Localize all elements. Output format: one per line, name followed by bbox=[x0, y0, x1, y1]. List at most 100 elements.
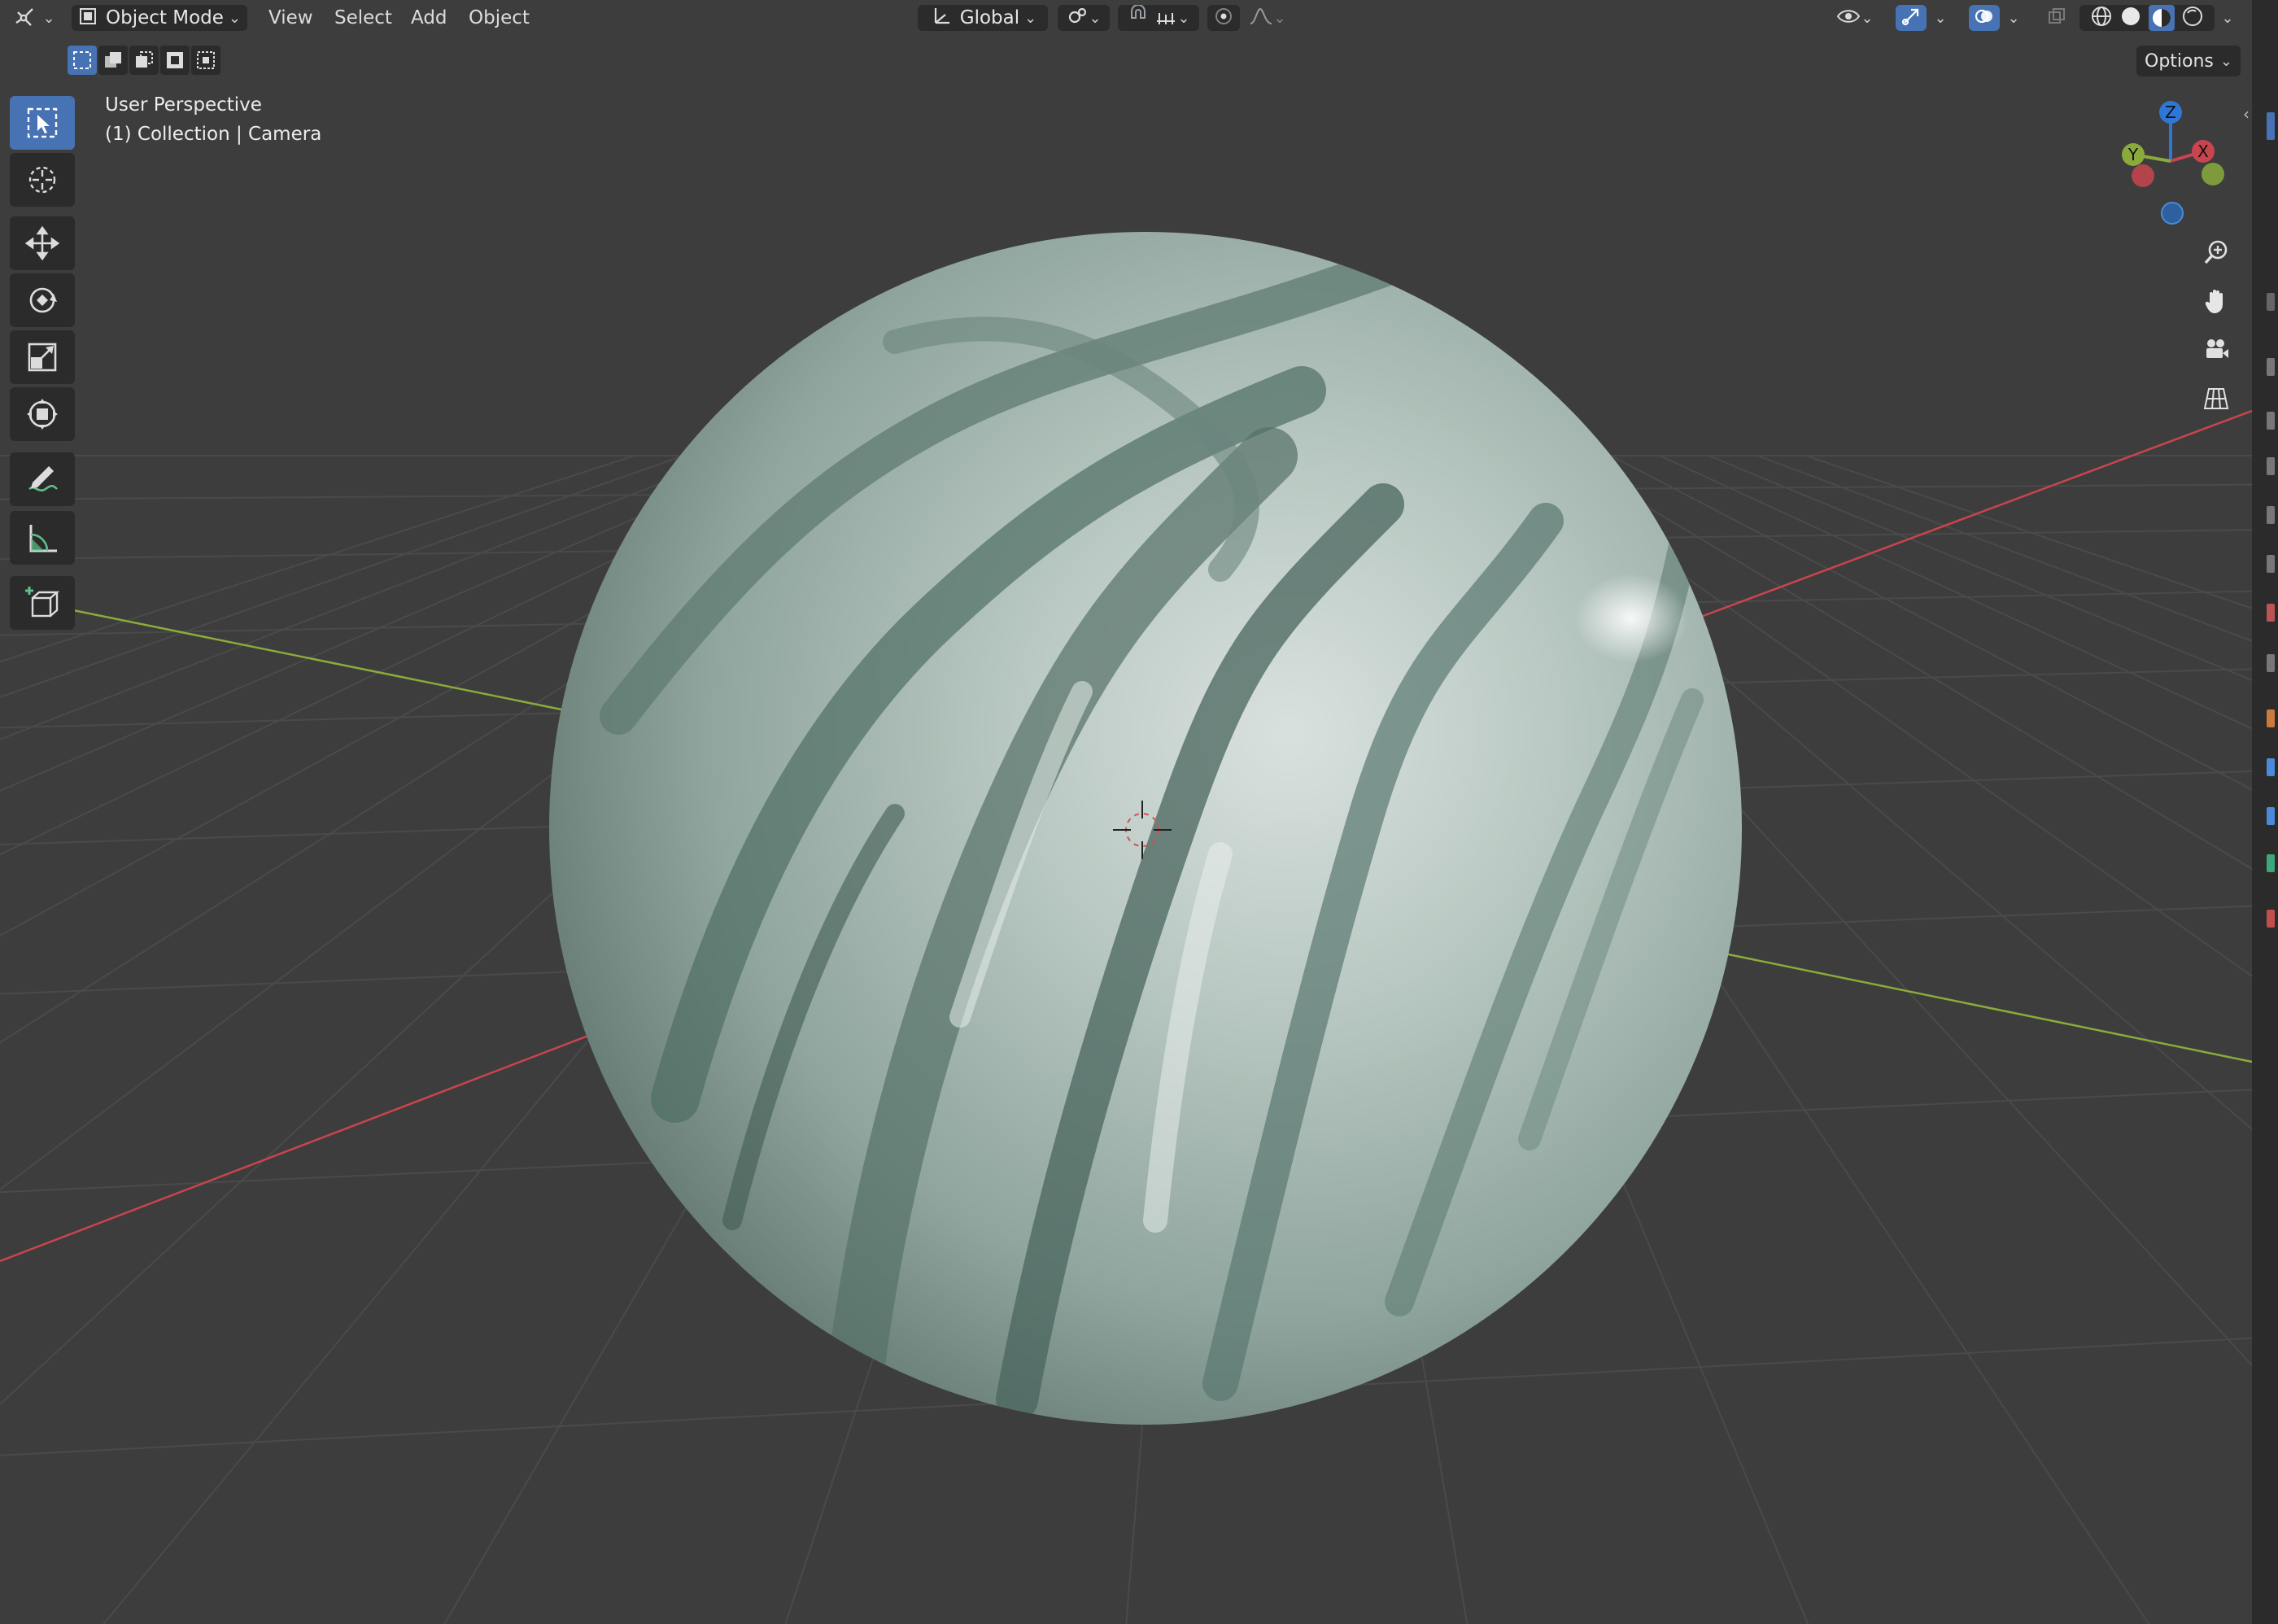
grid-line bbox=[1659, 455, 2252, 730]
tool-measure[interactable] bbox=[10, 511, 75, 565]
select-intersect-icon bbox=[197, 51, 215, 69]
select-extend-mode[interactable] bbox=[98, 46, 128, 75]
solid-shading-icon[interactable] bbox=[2119, 5, 2142, 31]
rendered-shading-icon[interactable] bbox=[2181, 5, 2204, 31]
gizmo-dropdown[interactable]: ⌄ bbox=[1928, 5, 1953, 31]
material-preview-shading-icon[interactable] bbox=[2149, 5, 2175, 31]
rotate-icon bbox=[29, 287, 57, 313]
perspective-toggle-button[interactable] bbox=[2197, 379, 2236, 418]
snap-increment-icon[interactable] bbox=[1154, 5, 1177, 31]
properties-tab-render[interactable] bbox=[2267, 358, 2275, 376]
pivot-icon bbox=[1066, 5, 1089, 31]
select-intersect-mode[interactable] bbox=[191, 46, 220, 75]
move-icon bbox=[24, 225, 60, 261]
menu-view[interactable]: View bbox=[268, 5, 313, 31]
gizmo-toggle[interactable] bbox=[1896, 5, 1927, 31]
select-new-mode[interactable] bbox=[68, 46, 97, 75]
camera-view-button[interactable] bbox=[2197, 330, 2236, 369]
properties-tab-collection[interactable] bbox=[2267, 604, 2275, 622]
viewport-scene[interactable] bbox=[0, 0, 2252, 1624]
properties-tab-output[interactable] bbox=[2267, 412, 2275, 430]
chevron-down-icon: ⌄ bbox=[1177, 9, 1190, 27]
wireframe-shading-icon[interactable] bbox=[2090, 5, 2113, 31]
properties-tab-particles[interactable] bbox=[2267, 758, 2275, 776]
tool-add-cube[interactable] bbox=[10, 576, 75, 630]
grid-line bbox=[0, 455, 635, 663]
grid-perspective-icon bbox=[2203, 388, 2229, 409]
properties-tab-world[interactable] bbox=[2267, 555, 2275, 573]
gizmo-neg-z[interactable] bbox=[2161, 202, 2184, 225]
menu-object[interactable]: Object bbox=[469, 5, 530, 31]
chevron-down-icon: ⌄ bbox=[42, 9, 55, 27]
gizmo-neg-y[interactable] bbox=[2202, 163, 2224, 186]
chevron-down-icon: ⌄ bbox=[228, 9, 241, 27]
visibility-dropdown[interactable]: ⌄ bbox=[1829, 5, 1881, 31]
editor-type-button[interactable]: ⌄ bbox=[10, 5, 60, 31]
transform-icon bbox=[27, 399, 58, 430]
scale-icon bbox=[28, 343, 57, 372]
snap-group[interactable]: ⌄ bbox=[1118, 4, 1199, 31]
select-box-icon bbox=[27, 107, 58, 138]
gizmo-z-label: Z bbox=[2165, 103, 2176, 122]
grid-line bbox=[0, 455, 684, 698]
pivot-point-dropdown[interactable]: ⌄ bbox=[1058, 5, 1110, 31]
options-dropdown[interactable]: Options ⌄ bbox=[2136, 46, 2241, 76]
active-properties-tab[interactable] bbox=[2267, 112, 2275, 140]
gizmo-arrows-icon bbox=[1901, 6, 1922, 30]
gizmo-x-label: X bbox=[2197, 142, 2209, 161]
tool-transform[interactable] bbox=[10, 387, 75, 441]
chevron-down-icon: ⌄ bbox=[2221, 9, 2234, 27]
shading-mode-group[interactable] bbox=[2079, 5, 2215, 31]
tool-move[interactable] bbox=[10, 216, 75, 270]
marble-sphere[interactable] bbox=[549, 232, 1742, 1425]
magnet-icon[interactable] bbox=[1127, 4, 1150, 31]
grid-line bbox=[1708, 455, 2252, 682]
properties-tab-view-layer[interactable] bbox=[2267, 457, 2275, 475]
overlays-toggle[interactable] bbox=[1969, 5, 2000, 31]
zoom-icon bbox=[2204, 240, 2228, 264]
properties-tab-scene[interactable] bbox=[2267, 506, 2275, 524]
select-new-icon bbox=[73, 51, 91, 69]
viewport-header: ⌄ Object Mode ⌄ View Select Add Object G… bbox=[0, 0, 2252, 36]
eye-icon bbox=[1836, 7, 1861, 29]
tool-rotate[interactable] bbox=[10, 273, 75, 327]
xray-toggle[interactable] bbox=[2040, 5, 2073, 31]
select-invert-mode[interactable] bbox=[160, 46, 190, 75]
shading-dropdown[interactable]: ⌄ bbox=[2215, 5, 2241, 31]
tool-select-box[interactable] bbox=[10, 96, 75, 150]
gizmo-neg-x[interactable] bbox=[2132, 164, 2154, 187]
orientation-label: Global bbox=[959, 7, 1020, 28]
tool-scale[interactable] bbox=[10, 330, 75, 384]
camera-icon bbox=[2206, 339, 2228, 358]
menu-select[interactable]: Select bbox=[334, 5, 392, 31]
select-subtract-mode[interactable] bbox=[129, 46, 159, 75]
pan-button[interactable] bbox=[2197, 282, 2236, 321]
zoom-button[interactable] bbox=[2197, 233, 2236, 272]
properties-tab-material[interactable] bbox=[2267, 910, 2275, 928]
tool-cursor[interactable] bbox=[10, 153, 75, 207]
collection-info: (1) Collection | Camera bbox=[105, 124, 322, 145]
falloff-curve-icon bbox=[1249, 6, 1273, 30]
measure-icon bbox=[29, 525, 57, 552]
proportional-edit-toggle[interactable] bbox=[1207, 5, 1240, 31]
grid-line bbox=[1805, 455, 2252, 609]
sidebar-toggle-icon[interactable]: ‹ bbox=[2243, 104, 2250, 124]
viewport-editor-icon bbox=[15, 6, 39, 30]
overlays-dropdown[interactable]: ⌄ bbox=[2001, 5, 2026, 31]
properties-tab-tool[interactable] bbox=[2267, 293, 2275, 311]
menu-add[interactable]: Add bbox=[411, 5, 447, 31]
proportional-falloff-dropdown[interactable]: ⌄ bbox=[1245, 5, 1290, 31]
properties-tab-modifiers[interactable] bbox=[2267, 709, 2275, 727]
navigation-gizmo[interactable]: Z X Y bbox=[2107, 96, 2237, 233]
properties-tab-physics[interactable] bbox=[2267, 807, 2275, 825]
x-axis-line-far bbox=[1691, 409, 2252, 622]
y-axis-line-far bbox=[1708, 949, 2252, 1063]
tool-annotate[interactable] bbox=[10, 452, 75, 506]
properties-tab-object[interactable] bbox=[2267, 654, 2275, 672]
properties-tab-constraints[interactable] bbox=[2267, 854, 2275, 872]
annotate-icon bbox=[28, 466, 58, 491]
mode-label: Object Mode bbox=[106, 7, 224, 28]
transform-orientation-dropdown[interactable]: Global ⌄ bbox=[918, 5, 1048, 31]
add-cube-icon bbox=[25, 587, 60, 618]
mode-dropdown[interactable]: Object Mode ⌄ bbox=[72, 5, 247, 31]
